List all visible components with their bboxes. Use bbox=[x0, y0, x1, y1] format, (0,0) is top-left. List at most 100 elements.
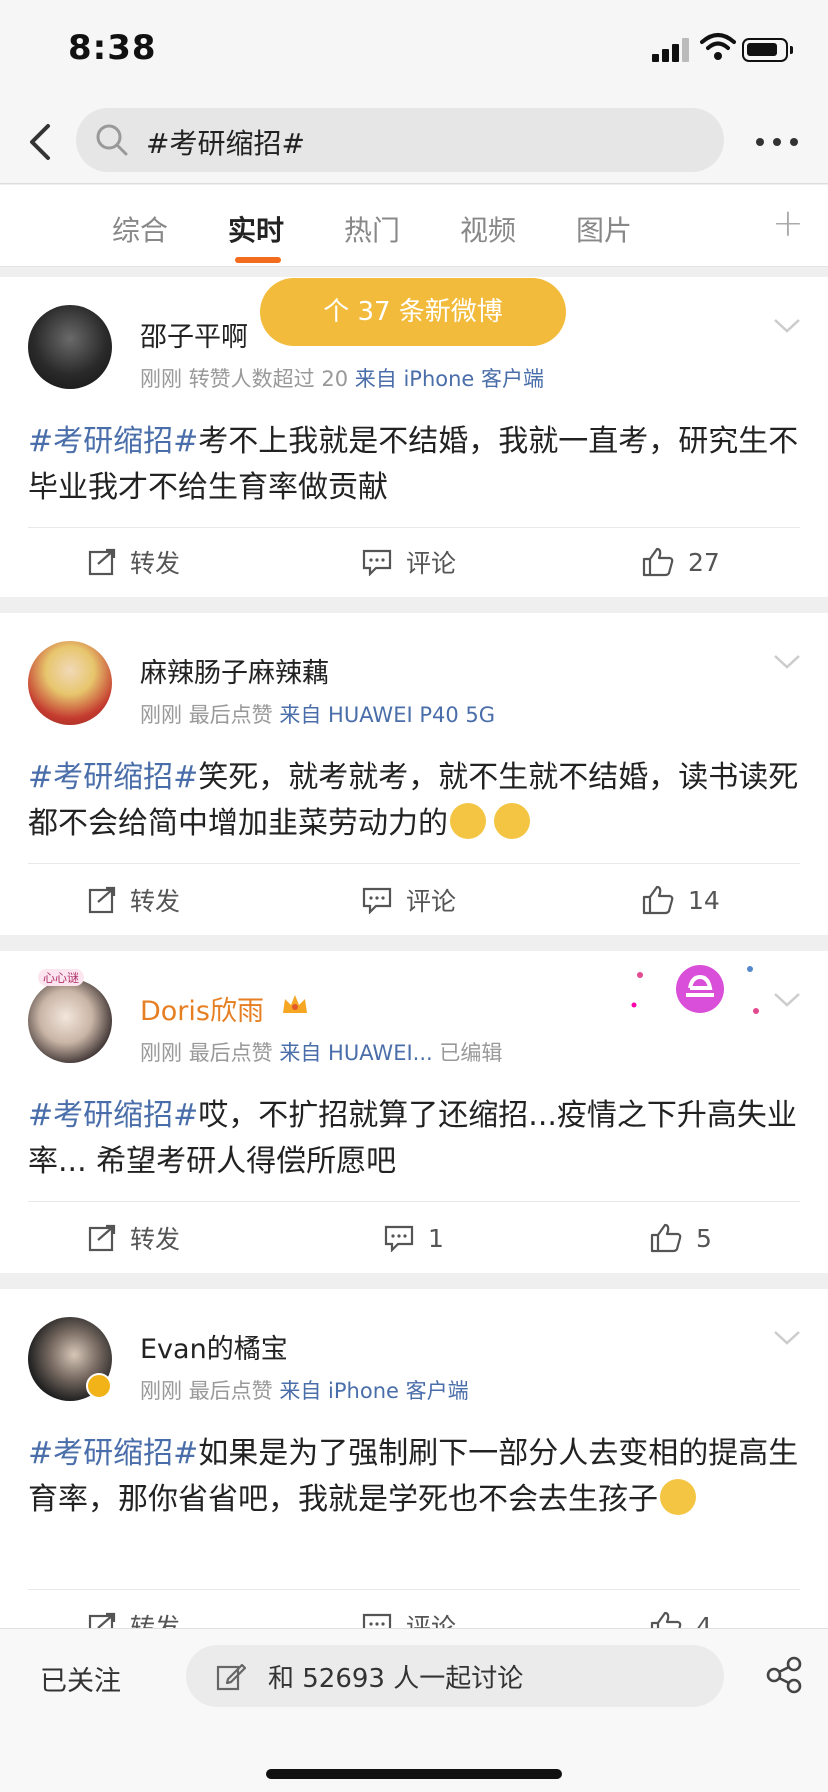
thinking-emoji-icon bbox=[450, 803, 486, 839]
post-source[interactable]: 来自 iPhone 客户端 bbox=[279, 1379, 468, 1403]
back-arrow-icon[interactable] bbox=[22, 118, 62, 166]
tab-bar: 综合 实时 热门 视频 图片 + bbox=[0, 185, 828, 267]
status-time: 8:38 bbox=[68, 28, 157, 68]
post-card: Evan的橘宝 刚刚 最后点赞 来自 iPhone 客户端 #考研缩招#如果是为… bbox=[0, 1289, 828, 1642]
repost-icon bbox=[88, 886, 116, 914]
post-username[interactable]: 邵子平啊 bbox=[140, 315, 248, 354]
edited-label[interactable]: 已编辑 bbox=[439, 1041, 502, 1065]
discuss-input[interactable]: 和 52693 人一起讨论 bbox=[186, 1645, 724, 1707]
post-note: 最后点赞 bbox=[188, 1041, 273, 1065]
post-content: #考研缩招#笑死，就考就考，就不生就不结婚，读书读死都不会给简中增加韭菜劳动力的 bbox=[28, 755, 804, 847]
like-button[interactable]: 5 bbox=[650, 1213, 712, 1263]
search-icon bbox=[96, 124, 128, 156]
hashtag-link[interactable]: #考研缩招# bbox=[28, 1436, 198, 1471]
divider bbox=[28, 1201, 800, 1202]
vip-crown-icon bbox=[283, 995, 307, 1013]
post-meta: 刚刚 最后点赞 来自 HUAWEI P40 5G bbox=[140, 699, 495, 729]
more-options-icon[interactable] bbox=[752, 130, 802, 154]
post-source[interactable]: 来自 iPhone 客户端 bbox=[355, 367, 544, 391]
post-note: 最后点赞 bbox=[188, 703, 273, 727]
like-button[interactable]: 27 bbox=[642, 537, 720, 587]
divider bbox=[28, 527, 800, 528]
repost-button[interactable]: 转发 bbox=[88, 537, 180, 587]
chevron-down-icon[interactable] bbox=[772, 317, 802, 335]
tab-video[interactable]: 视频 bbox=[460, 209, 516, 249]
repost-label: 转发 bbox=[130, 887, 181, 916]
comment-button[interactable]: 评论 bbox=[362, 875, 456, 925]
post-content: #考研缩招#哎，不扩招就算了还缩招...疫情之下升高失业率... 希望考研人得偿… bbox=[28, 1093, 804, 1185]
share-icon[interactable] bbox=[764, 1655, 804, 1695]
shush-emoji-icon bbox=[660, 1479, 696, 1515]
like-count: 14 bbox=[688, 885, 720, 915]
post-card: 心心谜 Doris欣雨 刚刚 最后点赞 来自 HUAWEI... 已编辑 #考研… bbox=[0, 951, 828, 1273]
hashtag-link[interactable]: #考研缩招# bbox=[28, 424, 198, 459]
comment-button[interactable]: 1 bbox=[384, 1213, 444, 1263]
like-count: 27 bbox=[688, 547, 720, 577]
post-content: #考研缩招#如果是为了强制刷下一部分人去变相的提高生育率，那你省省吧，我就是学死… bbox=[28, 1431, 804, 1523]
comment-icon bbox=[384, 1225, 414, 1252]
post-time: 刚刚 bbox=[140, 1041, 182, 1065]
post-time: 刚刚 bbox=[140, 703, 182, 727]
post-meta: 刚刚 最后点赞 来自 HUAWEI... 已编辑 bbox=[140, 1037, 502, 1067]
avatar[interactable] bbox=[28, 979, 112, 1063]
chevron-down-icon[interactable] bbox=[772, 1329, 802, 1347]
edit-icon bbox=[216, 1663, 246, 1691]
post-meta: 刚刚 最后点赞 来自 iPhone 客户端 bbox=[140, 1375, 469, 1405]
hashtag-link[interactable]: #考研缩招# bbox=[28, 760, 198, 795]
home-indicator bbox=[266, 1769, 562, 1779]
post-source[interactable]: 来自 HUAWEI P40 5G bbox=[279, 703, 495, 727]
like-button[interactable]: 14 bbox=[642, 875, 720, 925]
post-time: 刚刚 bbox=[140, 1379, 182, 1403]
followed-button[interactable]: 已关注 bbox=[40, 1659, 121, 1698]
avatar[interactable] bbox=[28, 305, 112, 389]
status-bar: 8:38 bbox=[0, 0, 828, 100]
tab-realtime[interactable]: 实时 bbox=[228, 209, 284, 249]
tab-hot[interactable]: 热门 bbox=[344, 209, 400, 249]
post-card: 麻辣肠子麻辣藕 刚刚 最后点赞 来自 HUAWEI P40 5G #考研缩招#笑… bbox=[0, 613, 828, 935]
like-count: 5 bbox=[696, 1223, 712, 1253]
repost-label: 转发 bbox=[130, 549, 181, 578]
thumbs-up-icon bbox=[642, 547, 674, 577]
repost-icon bbox=[88, 548, 116, 576]
libra-sticker-icon bbox=[631, 965, 759, 1014]
divider bbox=[28, 863, 800, 864]
comment-label: 评论 bbox=[406, 887, 457, 916]
wifi-icon bbox=[700, 33, 736, 60]
tab-images[interactable]: 图片 bbox=[576, 209, 632, 249]
post-meta: 刚刚 转赞人数超过 20 来自 iPhone 客户端 bbox=[140, 363, 544, 393]
avatar[interactable] bbox=[28, 641, 112, 725]
divider bbox=[28, 1589, 800, 1590]
post-note: 转赞人数超过 20 bbox=[188, 367, 349, 391]
comment-button[interactable]: 评论 bbox=[362, 537, 456, 587]
thumbs-up-icon bbox=[650, 1223, 682, 1253]
battery-icon bbox=[742, 38, 793, 62]
tab-comprehensive[interactable]: 综合 bbox=[112, 209, 168, 249]
hashtag-link[interactable]: #考研缩招# bbox=[28, 1098, 198, 1133]
chevron-down-icon[interactable] bbox=[772, 991, 802, 1009]
search-query[interactable]: #考研缩招# bbox=[146, 122, 305, 162]
active-tab-indicator bbox=[235, 257, 281, 263]
grin-emoji-icon bbox=[494, 803, 530, 839]
thumbs-up-icon bbox=[642, 885, 674, 915]
cellular-signal-icon bbox=[652, 36, 692, 62]
post-username[interactable]: Doris欣雨 bbox=[140, 989, 264, 1028]
bottom-bar: 已关注 和 52693 人一起讨论 bbox=[0, 1628, 828, 1792]
post-source[interactable]: 来自 HUAWEI... bbox=[279, 1041, 432, 1065]
add-tab-icon[interactable]: + bbox=[772, 201, 804, 245]
repost-button[interactable]: 转发 bbox=[88, 875, 180, 925]
search-header: #考研缩招# bbox=[0, 100, 828, 184]
discuss-placeholder: 和 52693 人一起讨论 bbox=[268, 1664, 524, 1694]
comment-count: 1 bbox=[428, 1223, 444, 1253]
post-time: 刚刚 bbox=[140, 367, 182, 391]
search-box[interactable]: #考研缩招# bbox=[76, 108, 724, 172]
repost-button[interactable]: 转发 bbox=[88, 1213, 180, 1263]
post-username[interactable]: 麻辣肠子麻辣藕 bbox=[140, 651, 329, 690]
new-posts-pill[interactable]: 个 37 条新微博 bbox=[260, 278, 566, 346]
avatar-badge: 心心谜 bbox=[38, 969, 85, 986]
comment-label: 评论 bbox=[406, 549, 457, 578]
chevron-down-icon[interactable] bbox=[772, 653, 802, 671]
post-username[interactable]: Evan的橘宝 bbox=[140, 1327, 288, 1366]
verified-badge-icon bbox=[86, 1373, 112, 1399]
comment-icon bbox=[362, 887, 392, 914]
repost-label: 转发 bbox=[130, 1225, 181, 1254]
